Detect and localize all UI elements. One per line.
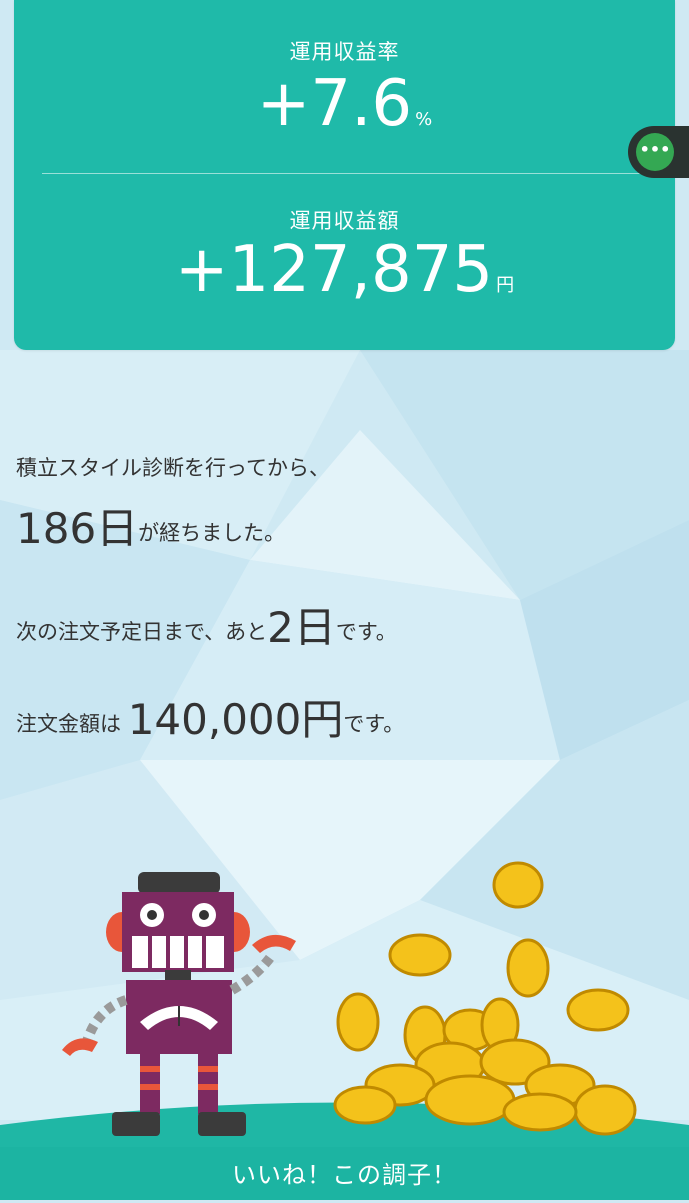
gold-coins-icon <box>333 861 637 1136</box>
robot-mascot-icon <box>62 872 296 1136</box>
encouragement-footer: いいね！この調子！ <box>0 1147 689 1200</box>
robot-coins-illustration <box>0 861 689 1200</box>
